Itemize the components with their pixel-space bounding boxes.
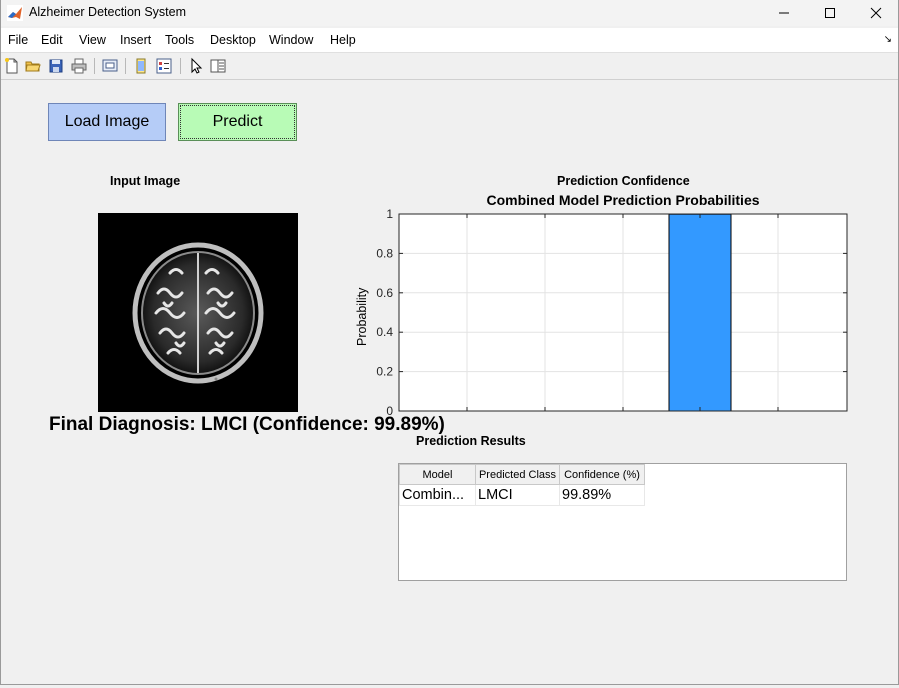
menu-window[interactable]: Window [269,33,313,47]
menu-edit[interactable]: Edit [41,33,63,47]
menu-tools[interactable]: Tools [165,33,194,47]
matlab-logo-icon [7,5,23,21]
menu-help[interactable]: Help [330,33,356,47]
open-folder-icon[interactable] [24,57,42,75]
prediction-confidence-title: Prediction Confidence [557,174,690,188]
toolbar-separator [94,58,95,74]
minimize-button[interactable] [761,0,807,26]
menu-file[interactable]: File [8,33,28,47]
menu-view[interactable]: View [79,33,106,47]
column-header-confidence[interactable]: Confidence (%) [559,464,645,485]
chart-y-axis-label: Probability [355,287,369,346]
cell-model[interactable]: Combin... [399,484,476,506]
results-table: Model Predicted Class Confidence (%) Com… [399,464,645,506]
window-title: Alzheimer Detection System [29,5,187,19]
dock-arrow-icon[interactable]: ↘ [884,34,892,45]
chart-y-tick-label: 0.4 [376,325,393,339]
chart-y-tick-label: 0.2 [376,365,393,379]
chart-y-tick-label: 0.8 [376,246,393,260]
column-header-predicted-class[interactable]: Predicted Class [475,464,560,485]
menu-insert[interactable]: Insert [120,33,151,47]
prediction-results-title: Prediction Results [416,434,526,448]
column-header-model[interactable]: Model [399,464,476,485]
print-preview-icon[interactable] [101,57,119,75]
save-icon[interactable] [47,57,65,75]
maximize-icon [825,8,835,18]
close-button[interactable] [853,0,899,26]
input-image-title: Input Image [110,174,181,188]
edit-plot-arrow-icon[interactable] [187,57,205,75]
menu-bar: File Edit View Insert Tools Desktop Wind… [1,28,898,53]
brain-mri-image [98,213,298,412]
property-inspector-icon[interactable] [209,57,227,75]
figure-toolbar [1,53,898,80]
predict-button[interactable]: Predict [178,103,297,141]
table-row[interactable]: Combin... LMCI 99.89% [399,484,645,506]
app-window: Alzheimer Detection System File Edit Vie… [0,0,899,685]
close-icon [870,7,882,19]
toolbar-separator [180,58,181,74]
link-plot-icon[interactable] [132,57,150,75]
new-file-icon[interactable] [3,57,21,75]
chart-y-tick-label: 0.6 [376,286,393,300]
toolbar-separator [125,58,126,74]
insert-legend-icon[interactable] [155,57,173,75]
chart-y-tick-label: 1 [386,207,393,221]
title-bar: Alzheimer Detection System [1,0,898,26]
menu-desktop[interactable]: Desktop [210,33,256,47]
load-image-button[interactable]: Load Image [48,103,166,141]
cell-predicted-class[interactable]: LMCI [475,484,560,506]
minimize-icon [779,12,789,14]
cell-confidence[interactable]: 99.89% [559,484,645,506]
print-icon[interactable] [70,57,88,75]
chart-y-tick-label: 0 [386,404,393,416]
probability-bar-chart: 0 0.2 0.4 0.6 0.8 1 [376,207,848,416]
final-diagnosis-text: Final Diagnosis: LMCI (Confidence: 99.89… [49,414,445,435]
maximize-button[interactable] [807,0,853,26]
chart-bar [668,213,732,412]
results-table-panel: Model Predicted Class Confidence (%) Com… [398,463,847,581]
brain-mri-picture [132,242,264,384]
